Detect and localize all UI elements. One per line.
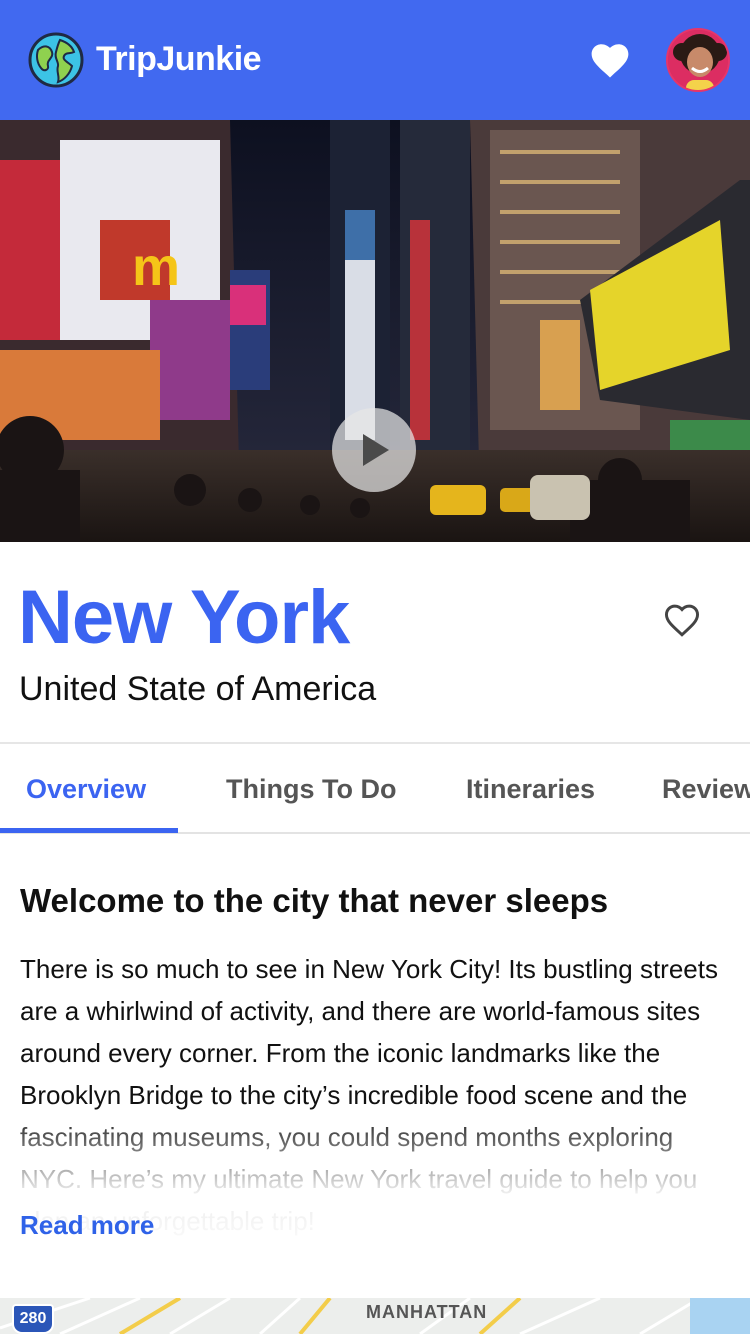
country-label: United State of America (19, 670, 377, 708)
active-tab-indicator (0, 828, 178, 833)
tab-reviews[interactable]: Reviews (662, 774, 750, 805)
app-title: TripJunkie (96, 40, 262, 78)
heart-outline-icon[interactable] (662, 602, 702, 638)
globe-icon[interactable] (28, 32, 84, 88)
hero-video[interactable]: m (0, 120, 750, 542)
map-preview[interactable]: 280 MANHATTAN (0, 1298, 750, 1334)
svg-text:m: m (132, 237, 180, 297)
tab-itineraries[interactable]: Itineraries (466, 774, 595, 805)
tab-bar: Overview Things To Do Itineraries Review… (0, 744, 750, 834)
overview-heading: Welcome to the city that never sleeps (20, 882, 609, 919)
read-more-link[interactable]: Read more (20, 1210, 154, 1241)
avatar-image (668, 30, 728, 90)
app-header: TripJunkie (0, 0, 750, 120)
route-shield: 280 (12, 1304, 54, 1334)
map-label: MANHATTAN (366, 1302, 488, 1322)
city-title: New York (18, 575, 350, 660)
play-button[interactable] (332, 408, 416, 492)
heart-filled-icon[interactable] (589, 40, 631, 80)
play-icon (363, 434, 389, 466)
user-avatar[interactable] (666, 28, 730, 92)
tab-overview[interactable]: Overview (26, 774, 146, 805)
tab-things-to-do[interactable]: Things To Do (226, 774, 396, 805)
